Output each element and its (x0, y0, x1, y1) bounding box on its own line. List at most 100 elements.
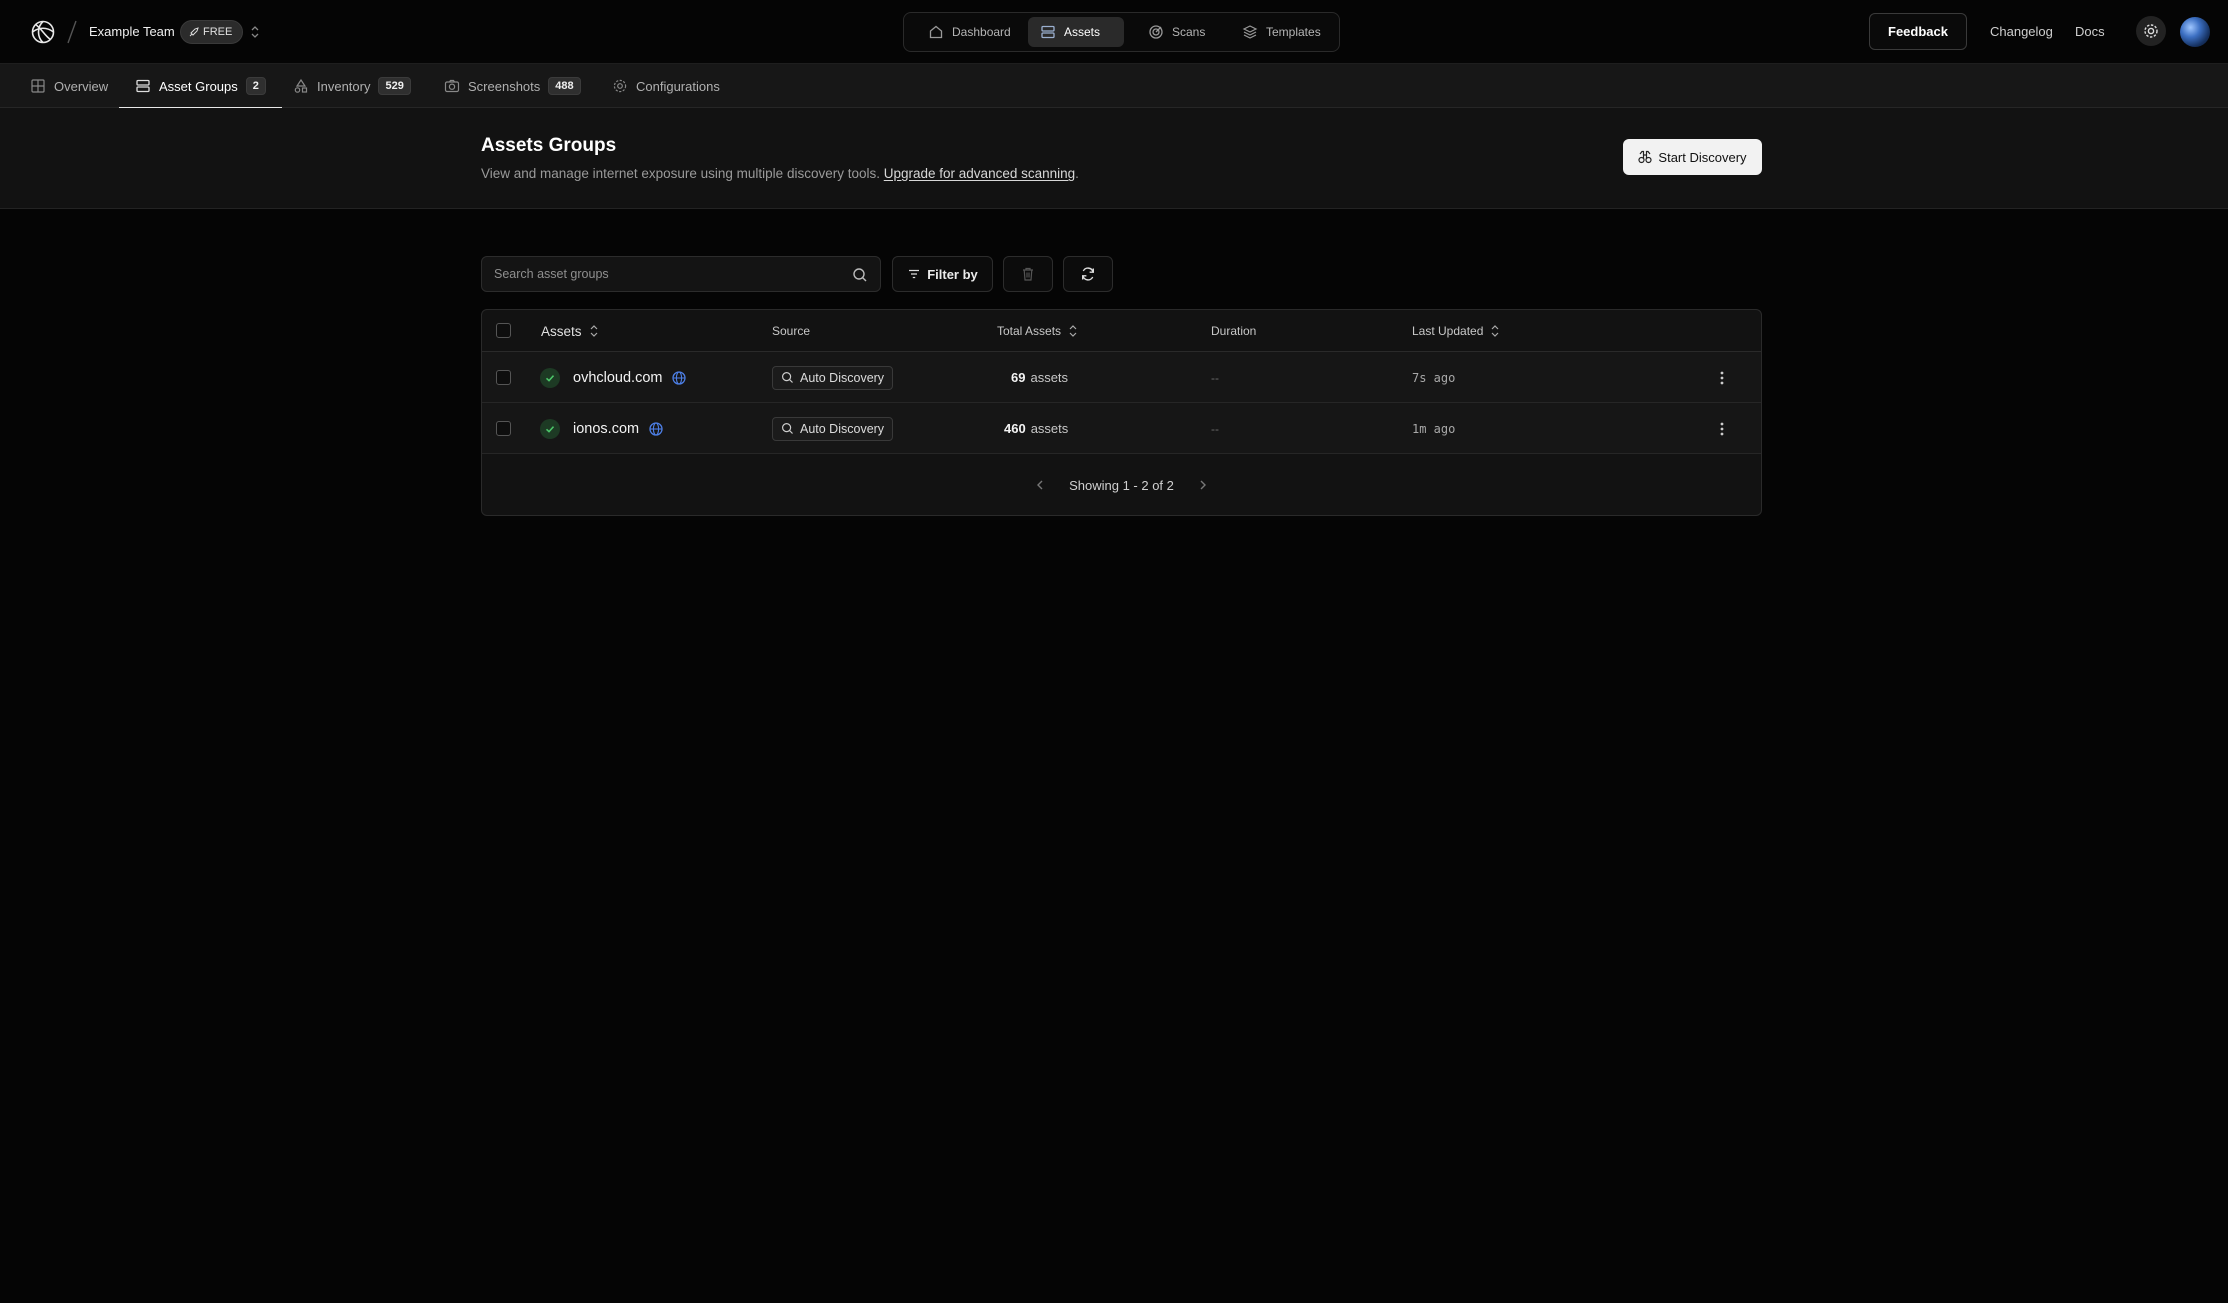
breadcrumb-separator-icon (66, 18, 78, 46)
asset-cell: ovhcloud.com (540, 352, 687, 403)
page-header: Assets Groups View and manage internet e… (0, 108, 2228, 209)
asset-domain[interactable]: ionos.com (573, 421, 639, 437)
globe-icon (671, 370, 687, 386)
row-checkbox[interactable] (496, 421, 511, 436)
last-updated-cell: 1m ago (1412, 403, 1455, 454)
table-row[interactable]: ionos.com Auto Discovery 460 assets -- 1… (482, 403, 1761, 454)
tab-inventory[interactable]: Inventory 529 (293, 64, 411, 108)
sort-icon (1067, 324, 1079, 338)
tab-inventory-label: Inventory (317, 78, 371, 94)
tab-overview-label: Overview (54, 78, 109, 94)
column-header-source: Source (772, 324, 811, 338)
tab-screenshots[interactable]: Screenshots 488 (444, 64, 581, 108)
asset-groups-count-badge: 2 (245, 77, 266, 95)
team-name[interactable]: Example Team (89, 24, 175, 39)
filter-icon (907, 267, 921, 281)
nav-dashboard[interactable]: Dashboard (916, 17, 1023, 47)
nav-assets[interactable]: Assets (1028, 17, 1124, 47)
delete-button[interactable] (1003, 256, 1053, 292)
row-actions-button[interactable] (1719, 403, 1725, 454)
nav-scans-label: Scans (1172, 25, 1206, 39)
refresh-button[interactable] (1063, 256, 1113, 292)
top-navigation-bar: Example Team FREE Dashboard Assets Scans (0, 0, 2228, 64)
more-vertical-icon (1719, 370, 1725, 386)
tab-asset-groups[interactable]: Asset Groups 2 (119, 64, 282, 109)
row-actions-button[interactable] (1719, 352, 1725, 403)
user-avatar[interactable] (2180, 17, 2210, 47)
binoculars-icon (1638, 150, 1653, 164)
tab-configurations[interactable]: Configurations (612, 64, 720, 108)
server-icon (1040, 24, 1056, 40)
tab-overview[interactable]: Overview (30, 64, 108, 108)
tab-asset-groups-label: Asset Groups (159, 78, 238, 94)
sort-icon (1489, 324, 1501, 338)
target-icon (1148, 24, 1164, 40)
total-assets-count: 460 (1004, 421, 1026, 436)
next-page-icon[interactable] (1198, 479, 1208, 491)
last-updated-cell: 7s ago (1412, 352, 1455, 403)
filter-button[interactable]: Filter by (892, 256, 993, 292)
column-header-total-assets[interactable]: Total Assets (997, 310, 1079, 352)
home-icon (928, 24, 944, 40)
app-logo-icon[interactable] (30, 19, 56, 45)
main-navigation: Dashboard Assets Scans Templates (903, 12, 1340, 52)
column-header-assets[interactable]: Assets (541, 310, 600, 352)
duration-cell: -- (1211, 403, 1219, 454)
table-row[interactable]: ovhcloud.com Auto Discovery 69 assets --… (482, 352, 1761, 403)
settings-button[interactable] (2136, 16, 2166, 46)
shapes-icon (293, 78, 309, 94)
total-assets-cell: 460 assets (1004, 403, 1068, 454)
table-header: Assets Source Total Assets Duration Last… (482, 310, 1761, 352)
camera-icon (444, 78, 460, 94)
search-input[interactable] (482, 257, 842, 291)
duration-value: -- (1211, 370, 1219, 385)
gear-icon (2142, 22, 2160, 40)
pagination-status: Showing 1 - 2 of 2 (1069, 477, 1174, 493)
total-assets-unit: assets (1030, 421, 1069, 436)
nav-templates[interactable]: Templates (1230, 17, 1333, 47)
docs-link[interactable]: Docs (2075, 24, 2105, 39)
total-assets-count: 69 (1011, 370, 1026, 385)
team-switcher-chevrons-icon[interactable] (248, 24, 262, 40)
tab-configurations-label: Configurations (636, 78, 720, 94)
source-label: Auto Discovery (800, 370, 885, 385)
plan-badge-label: FREE (203, 26, 233, 38)
changelog-link[interactable]: Changelog (1990, 24, 2053, 39)
inventory-count-badge: 529 (378, 77, 411, 95)
nav-assets-label: Assets (1064, 25, 1101, 39)
pagination: Showing 1 - 2 of 2 (482, 455, 1761, 515)
trash-icon (1020, 266, 1036, 282)
page-subtitle-period: . (1075, 166, 1079, 181)
page-subtitle: View and manage internet exposure using … (481, 166, 1079, 181)
previous-page-icon[interactable] (1035, 479, 1045, 491)
source-cell: Auto Discovery (772, 352, 894, 403)
upgrade-link[interactable]: Upgrade for advanced scanning (884, 166, 1075, 181)
last-updated-value: 7s ago (1412, 370, 1456, 385)
gear-icon (612, 78, 628, 94)
more-vertical-icon (1719, 421, 1725, 437)
asset-domain[interactable]: ovhcloud.com (573, 370, 662, 386)
feedback-button[interactable]: Feedback (1869, 13, 1967, 50)
select-all-checkbox[interactable] (496, 323, 511, 338)
tab-screenshots-label: Screenshots (468, 78, 541, 94)
nav-templates-label: Templates (1266, 25, 1321, 39)
search-icon[interactable] (852, 267, 868, 283)
rocket-icon (189, 27, 199, 37)
asset-cell: ionos.com (540, 403, 664, 454)
page-subtitle-text: View and manage internet exposure using … (481, 166, 880, 181)
last-updated-value: 1m ago (1412, 421, 1456, 436)
layers-icon (1242, 24, 1258, 40)
globe-icon (648, 421, 664, 437)
source-cell: Auto Discovery (772, 403, 894, 454)
total-assets-unit: assets (1030, 370, 1069, 385)
start-discovery-button[interactable]: Start Discovery (1623, 139, 1762, 175)
search-icon (781, 371, 794, 384)
source-badge: Auto Discovery (772, 416, 894, 441)
source-badge: Auto Discovery (772, 365, 894, 390)
plan-badge: FREE (180, 20, 244, 44)
column-header-assets-label: Assets (541, 323, 582, 339)
nav-scans[interactable]: Scans (1136, 17, 1217, 47)
column-header-last-updated[interactable]: Last Updated (1412, 310, 1501, 352)
source-label: Auto Discovery (800, 421, 885, 436)
row-checkbox[interactable] (496, 370, 511, 385)
